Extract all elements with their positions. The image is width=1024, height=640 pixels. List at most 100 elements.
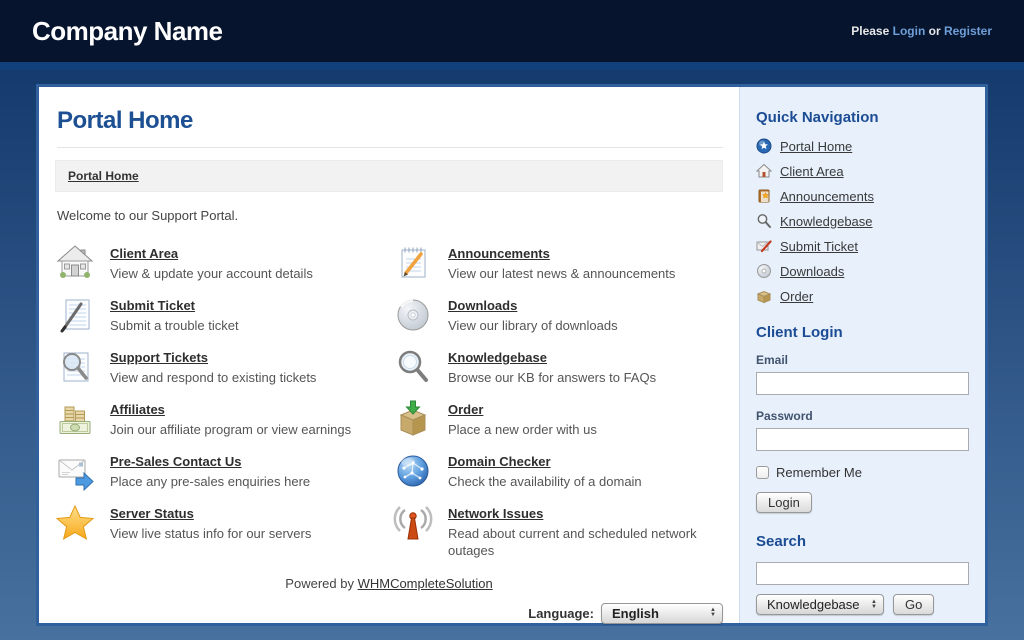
item-description: Read about current and scheduled network… (448, 526, 710, 560)
remember-me-row: Remember Me (756, 465, 969, 480)
portal-item: Order Place a new order with us (393, 399, 723, 439)
house-icon (55, 243, 95, 283)
page-title: Portal Home (57, 107, 723, 148)
item-description: View and respond to existing tickets (110, 370, 316, 387)
welcome-text: Welcome to our Support Portal. (57, 208, 723, 223)
whmcompletesolution-link[interactable]: WHMCompleteSolution (358, 576, 493, 591)
header-band (0, 62, 1024, 70)
language-label: Language: (528, 606, 594, 621)
top-header: Company Name Please Login or Register (0, 0, 1024, 62)
portal-item: Support Tickets View and respond to exis… (55, 347, 393, 387)
quick-nav-link[interactable]: Announcements (780, 189, 874, 204)
paper-pen-icon (55, 295, 95, 335)
magnifier-icon (393, 347, 433, 387)
item-description: View our library of downloads (448, 318, 618, 335)
magnifier-icon (756, 213, 772, 229)
domain-checker-link[interactable]: Domain Checker (448, 454, 551, 469)
item-description: View our latest news & announcements (448, 266, 675, 283)
search-input[interactable] (756, 562, 969, 585)
globe-icon (393, 451, 433, 491)
select-stepper-icon: ▲▼ (871, 600, 877, 610)
register-link[interactable]: Register (944, 24, 992, 38)
login-prompt-or: or (929, 24, 941, 38)
sidebar: Quick Navigation Portal Home Client Area… (739, 87, 985, 623)
breadcrumb-link[interactable]: Portal Home (68, 169, 139, 183)
password-input[interactable] (756, 428, 969, 451)
item-description: Browse our KB for answers to FAQs (448, 370, 656, 387)
password-label: Password (756, 409, 969, 423)
powered-by: Powered by WHMCompleteSolution (55, 576, 723, 591)
portal-item: Affiliates Join our affiliate program or… (55, 399, 393, 439)
powered-by-prefix: Powered by (285, 576, 354, 591)
submit-ticket-link[interactable]: Submit Ticket (110, 298, 195, 313)
quick-nav-link[interactable]: Portal Home (780, 139, 852, 154)
server-status-link[interactable]: Server Status (110, 506, 194, 521)
announcements-book-icon (756, 188, 772, 204)
language-select-value: English (612, 606, 659, 621)
quick-nav-link[interactable]: Submit Ticket (780, 239, 858, 254)
item-description: Join our affiliate program or view earni… (110, 422, 351, 439)
quick-nav-link[interactable]: Order (780, 289, 813, 304)
select-stepper-icon: ▲▼ (710, 608, 716, 618)
login-link[interactable]: Login (893, 24, 926, 38)
portal-item: Server Status View live status info for … (55, 503, 393, 543)
item-description: Check the availability of a domain (448, 474, 642, 491)
main-content: Portal Home Portal Home Welcome to our S… (39, 87, 739, 623)
mail-pencil-icon (756, 238, 772, 254)
breadcrumb: Portal Home (55, 160, 723, 192)
search-title: Search (756, 533, 969, 550)
login-button[interactable]: Login (756, 492, 812, 513)
notepad-pencil-icon (393, 243, 433, 283)
search-document-icon (55, 347, 95, 387)
remember-me-label: Remember Me (776, 465, 862, 480)
order-link[interactable]: Order (448, 402, 483, 417)
quick-nav-link[interactable]: Client Area (780, 164, 844, 179)
support-tickets-link[interactable]: Support Tickets (110, 350, 208, 365)
quick-nav-item-submit-ticket: Submit Ticket (756, 238, 969, 254)
quick-nav-item-order: Order (756, 288, 969, 304)
cd-icon (756, 263, 772, 279)
portal-item: Network Issues Read about current and sc… (393, 503, 723, 560)
package-icon (393, 399, 433, 439)
search-row: Knowledgebase ▲▼ Go (756, 594, 969, 615)
quick-nav-item-client-area: Client Area (756, 163, 969, 179)
portal-item: Client Area View & update your account d… (55, 243, 393, 283)
portal-item: Pre-Sales Contact Us Place any pre-sales… (55, 451, 393, 491)
email-label: Email (756, 353, 969, 367)
knowledgebase-link[interactable]: Knowledgebase (448, 350, 547, 365)
network-issues-link[interactable]: Network Issues (448, 506, 543, 521)
item-description: View & update your account details (110, 266, 313, 283)
quick-nav-link[interactable]: Downloads (780, 264, 844, 279)
envelope-arrow-icon (55, 451, 95, 491)
globe-person-icon (756, 138, 772, 154)
cd-icon (393, 295, 433, 335)
portal-item: Announcements View our latest news & ann… (393, 243, 723, 283)
quick-nav-item-announcements: Announcements (756, 188, 969, 204)
portal-items-right: Announcements View our latest news & ann… (393, 243, 723, 572)
client-area-link[interactable]: Client Area (110, 246, 178, 261)
portal-item: Downloads View our library of downloads (393, 295, 723, 335)
star-icon (55, 503, 95, 543)
language-row: Language: English ▲▼ (55, 603, 723, 624)
search-category-select[interactable]: Knowledgebase ▲▼ (756, 594, 884, 615)
language-select[interactable]: English ▲▼ (601, 603, 723, 624)
email-input[interactable] (756, 372, 969, 395)
item-description: View live status info for our servers (110, 526, 311, 543)
remember-me-checkbox[interactable] (756, 466, 769, 479)
quick-nav-link[interactable]: Knowledgebase (780, 214, 873, 229)
downloads-link[interactable]: Downloads (448, 298, 517, 313)
house-icon (756, 163, 772, 179)
item-description: Place a new order with us (448, 422, 597, 439)
content-wrapper: Portal Home Portal Home Welcome to our S… (36, 84, 988, 626)
package-icon (756, 288, 772, 304)
quick-nav-item-portal-home: Portal Home (756, 138, 969, 154)
search-category-value: Knowledgebase (767, 597, 860, 612)
affiliates-link[interactable]: Affiliates (110, 402, 165, 417)
portal-item: Knowledgebase Browse our KB for answers … (393, 347, 723, 387)
client-login-title: Client Login (756, 324, 969, 341)
quick-navigation-title: Quick Navigation (756, 109, 969, 126)
announcements-link[interactable]: Announcements (448, 246, 550, 261)
presales-contact-link[interactable]: Pre-Sales Contact Us (110, 454, 242, 469)
login-prompt-prefix: Please (851, 24, 889, 38)
go-button[interactable]: Go (893, 594, 934, 615)
